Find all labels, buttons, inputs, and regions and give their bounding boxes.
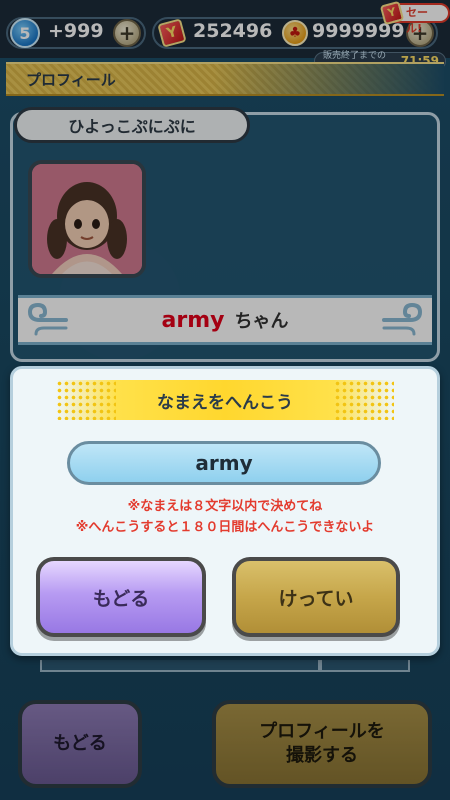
name-length-notice: ※なまえは８文字以内で決めてね [127,499,323,514]
dialog-confirm-button[interactable]: けってい [232,557,400,637]
name-input[interactable] [67,441,381,485]
banner-dots-right [334,380,394,420]
rename-cooldown-notice: ※へんこうすると１８０日間はへんこうできないよ [75,520,375,535]
dialog-back-button[interactable]: もどる [36,557,206,637]
dialog-title: なまえをへんこう [157,392,293,413]
banner-dots-left [56,380,116,420]
dialog-title-banner: なまえをへんこう [56,380,394,420]
